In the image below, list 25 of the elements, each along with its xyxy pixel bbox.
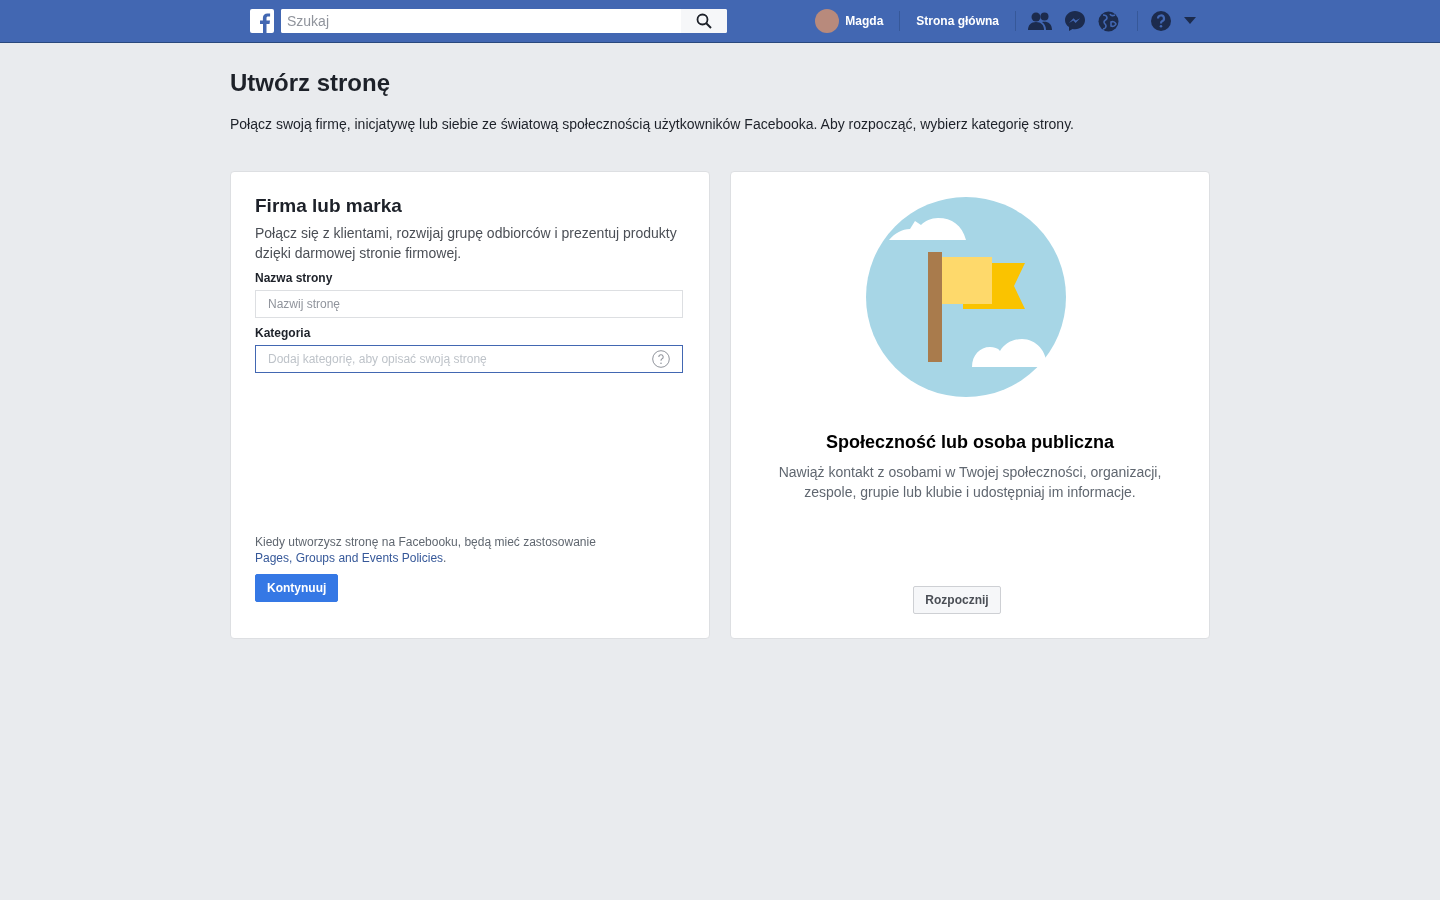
start-button[interactable]: Rozpocznij: [913, 586, 1001, 614]
friends-icon[interactable]: [1028, 11, 1052, 31]
card-title: Społeczność lub osoba publiczna: [825, 431, 1114, 453]
page-subtitle: Połącz swoją firmę, inicjatywę lub siebie ze światową społecznością użytkowników Facebooka. Aby rozpocząć, wybierz kategorię strony.: [230, 115, 1075, 133]
user-name[interactable]: Magda: [845, 14, 884, 28]
logo-icon[interactable]: [250, 9, 274, 33]
field-label: Nazwa strony: [255, 270, 334, 286]
profile-link[interactable]: Magda: [815, 9, 894, 33]
card-title: Firma lub marka: [255, 194, 403, 218]
card-description: Nawiąż kontakt z osobami w Twojej społeczności, organizacji, zespole, grupie lub klubie i udostępniaj im informacje.: [777, 463, 1163, 502]
messenger-icon[interactable]: [1064, 10, 1086, 32]
caret-icon[interactable]: [1184, 17, 1196, 25]
globe-icon[interactable]: [1098, 10, 1119, 32]
page-title: Utwórz stronę: [230, 69, 391, 97]
field-label: Kategoria: [255, 325, 312, 341]
continue-button[interactable]: Kontynuuj: [255, 574, 339, 602]
search-button[interactable]: [681, 9, 727, 33]
policy-text: Kiedy utworzysz stronę na Facebooku, będą mieć zastosowanie Pages, Groups and Events Policies.: [255, 534, 597, 566]
help-icon[interactable]: [1150, 10, 1172, 32]
home-link[interactable]: Strona główna: [906, 14, 1009, 28]
card-description: Połącz się z klientami, rozwijaj grupę odbiorców i prezentuj produkty dzięki darmowej stronie firmowej.: [255, 224, 678, 263]
input-field[interactable]: Dodaj kategorię, aby opisać swoją stronę: [255, 345, 683, 373]
help-icon[interactable]: [652, 350, 670, 368]
search-icon: [696, 13, 712, 29]
avatar: [815, 9, 840, 33]
